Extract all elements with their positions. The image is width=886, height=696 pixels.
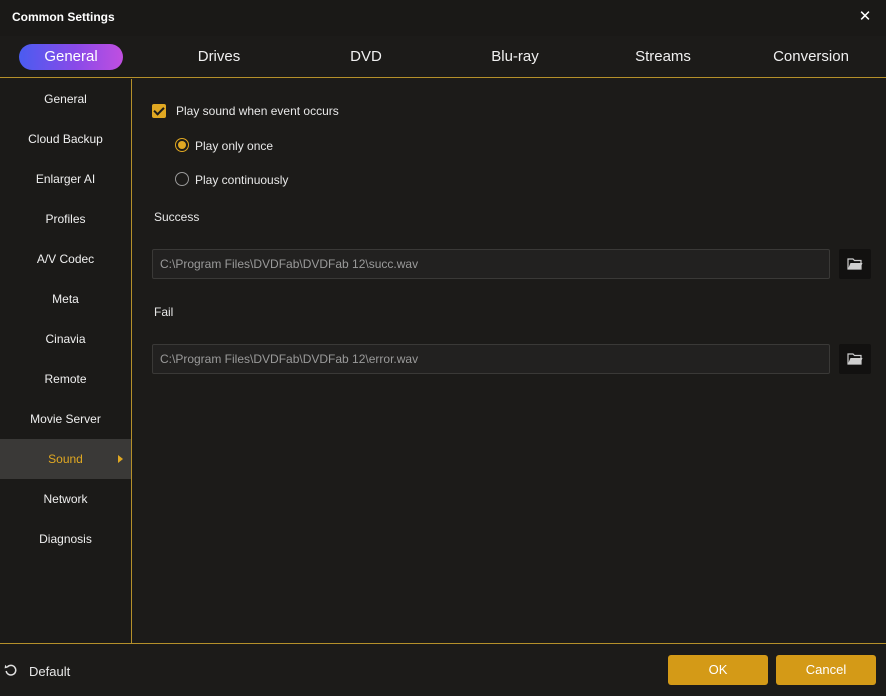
fail-browse-button[interactable] xyxy=(839,344,871,374)
sidebar-item-meta[interactable]: Meta xyxy=(0,279,131,319)
success-browse-button[interactable] xyxy=(839,249,871,279)
sidebar-item-profiles[interactable]: Profiles xyxy=(0,199,131,239)
play-continuously-label: Play continuously xyxy=(195,173,289,187)
tab-drives[interactable]: Drives xyxy=(167,44,271,70)
sidebar-item-remote[interactable]: Remote xyxy=(0,359,131,399)
tab-conversion[interactable]: Conversion xyxy=(759,44,863,70)
play-once-label: Play only once xyxy=(195,139,274,153)
success-label: Success xyxy=(154,210,200,224)
ok-button[interactable]: OK xyxy=(668,655,768,685)
fail-label: Fail xyxy=(154,305,174,319)
sidebar-item-cloud-backup[interactable]: Cloud Backup xyxy=(0,119,131,159)
window-title: Common Settings xyxy=(12,10,115,24)
folder-icon xyxy=(847,353,863,365)
sidebar-item-general[interactable]: General xyxy=(0,79,131,119)
default-label: Default xyxy=(29,664,71,679)
play-once-radio[interactable] xyxy=(175,138,189,152)
reset-icon xyxy=(4,664,17,676)
play-continuously-radio[interactable] xyxy=(175,172,189,186)
play-sound-checkbox[interactable] xyxy=(152,104,166,118)
sidebar-item-av-codec[interactable]: A/V Codec xyxy=(0,239,131,279)
tab-general[interactable]: General xyxy=(19,44,123,70)
play-sound-label: Play sound when event occurs xyxy=(176,104,339,118)
cancel-button[interactable]: Cancel xyxy=(776,655,876,685)
sidebar: General Cloud Backup Enlarger AI Profile… xyxy=(0,79,132,643)
tab-blu-ray[interactable]: Blu-ray xyxy=(463,44,567,70)
caret-right-icon xyxy=(118,455,123,463)
sidebar-item-diagnosis[interactable]: Diagnosis xyxy=(0,519,131,559)
sidebar-item-enlarger-ai[interactable]: Enlarger AI xyxy=(0,159,131,199)
footer-bar: Default OK Cancel xyxy=(0,643,886,696)
sidebar-item-movie-server[interactable]: Movie Server xyxy=(0,399,131,439)
tab-dvd[interactable]: DVD xyxy=(314,44,418,70)
sidebar-item-sound[interactable]: Sound xyxy=(0,439,131,479)
sidebar-item-cinavia[interactable]: Cinavia xyxy=(0,319,131,359)
title-bar: Common Settings ✕ xyxy=(0,0,886,36)
top-tab-bar: General Drives DVD Blu-ray Streams Conve… xyxy=(0,40,886,78)
folder-icon xyxy=(847,258,863,270)
sidebar-item-label: Sound xyxy=(48,452,83,466)
close-icon[interactable]: ✕ xyxy=(856,8,874,26)
fail-path-field[interactable]: C:\Program Files\DVDFab\DVDFab 12\error.… xyxy=(152,344,830,374)
tab-streams[interactable]: Streams xyxy=(611,44,715,70)
sound-settings-panel: Play sound when event occurs Play only o… xyxy=(132,79,886,643)
success-path-field[interactable]: C:\Program Files\DVDFab\DVDFab 12\succ.w… xyxy=(152,249,830,279)
sidebar-item-network[interactable]: Network xyxy=(0,479,131,519)
